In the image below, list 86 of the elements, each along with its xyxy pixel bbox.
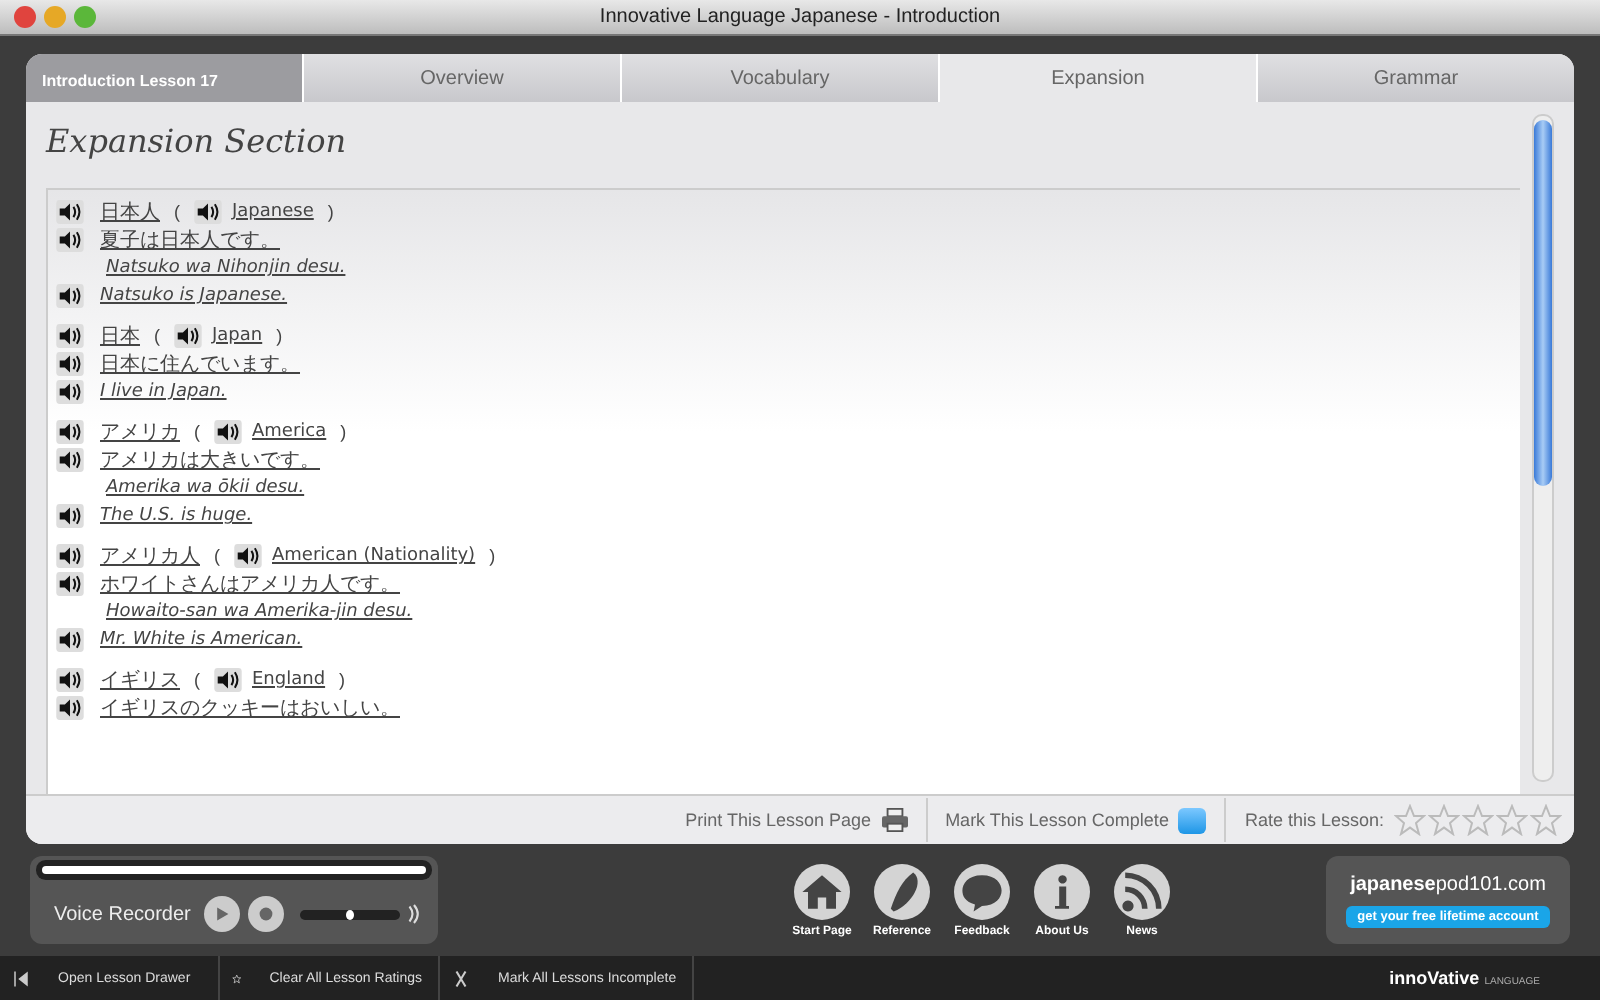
lesson-label: Introduction Lesson 17: [26, 54, 302, 102]
speaker-icon[interactable]: [56, 572, 84, 596]
home-icon: [794, 863, 850, 919]
sentence-link[interactable]: 日本に住んでいます。: [100, 350, 300, 378]
speaker-icon[interactable]: [56, 420, 84, 444]
paren: ): [340, 422, 347, 442]
sentence-link[interactable]: ホワイトさんはアメリカ人です。: [100, 570, 400, 598]
print-link[interactable]: Print This Lesson Page: [685, 810, 872, 830]
complete-toggle[interactable]: [1178, 807, 1207, 833]
site-name[interactable]: japanesepod101.com: [1350, 873, 1546, 895]
star-rating[interactable]: [1394, 804, 1562, 836]
translation-link[interactable]: Japan: [212, 326, 263, 346]
word-link[interactable]: アメリカ人: [100, 542, 200, 570]
rss-icon: [1114, 863, 1170, 919]
word-link[interactable]: 日本人: [100, 198, 160, 226]
star-icon[interactable]: [1496, 804, 1528, 836]
sentence-link[interactable]: アメリカは大きいです。: [100, 446, 320, 474]
translation-sentence-link[interactable]: I live in Japan.: [100, 382, 227, 402]
paren: ): [339, 670, 346, 690]
tab[interactable]: Grammar: [1256, 54, 1574, 102]
close-button[interactable]: [14, 6, 36, 28]
record-button[interactable]: [248, 896, 285, 932]
feather-icon: [874, 863, 930, 919]
speaker-icon[interactable]: [56, 448, 84, 472]
translation-sentence-link[interactable]: Mr. White is American.: [100, 630, 303, 650]
star-icon[interactable]: [1394, 804, 1426, 836]
romaji-link[interactable]: Natsuko wa Nihonjin desu.: [106, 258, 346, 278]
translation-sentence-link[interactable]: Natsuko is Japanese.: [100, 286, 288, 306]
play-icon[interactable]: [214, 906, 231, 922]
translation-link[interactable]: America: [252, 422, 327, 442]
translation-sentence-link[interactable]: The U.S. is huge.: [100, 506, 253, 526]
bubble-icon: [954, 863, 1010, 919]
volume-slider[interactable]: [300, 909, 401, 919]
speaker-icon[interactable]: [214, 668, 242, 692]
sentence-link[interactable]: 夏子は日本人です。: [100, 226, 280, 254]
translation-link[interactable]: England: [252, 670, 326, 690]
paren: ): [327, 202, 334, 222]
translation-link[interactable]: Japanese: [232, 202, 314, 222]
speaker-icon[interactable]: [214, 420, 242, 444]
paren: (: [154, 326, 160, 346]
star-icon[interactable]: [1462, 804, 1494, 836]
word-link[interactable]: 日本: [100, 322, 140, 350]
drawer-icon: [12, 969, 30, 987]
romaji-link[interactable]: Amerika wa ōkii desu.: [106, 478, 305, 498]
speaker-icon[interactable]: [56, 352, 84, 376]
section-title: Expansion Section: [46, 122, 347, 160]
paren: (: [214, 546, 220, 566]
speaker-icon[interactable]: [56, 668, 84, 692]
complete-label: Mark This Lesson Complete: [945, 810, 1169, 830]
star-icon[interactable]: [1530, 804, 1562, 836]
record-icon[interactable]: [258, 906, 275, 922]
speaker-icon[interactable]: [234, 544, 262, 568]
tab[interactable]: Overview: [302, 54, 620, 102]
speaker-icon[interactable]: [56, 628, 84, 652]
paren: ): [489, 546, 496, 566]
volume-icon: [408, 902, 421, 926]
romaji-link[interactable]: Howaito-san wa Amerika-jin desu.: [106, 602, 413, 622]
speaker-icon[interactable]: [56, 544, 84, 568]
word-link[interactable]: イギリス: [100, 666, 180, 694]
speaker-icon[interactable]: [174, 324, 202, 348]
speaker-icon[interactable]: [56, 200, 84, 224]
star-icon[interactable]: [1428, 804, 1460, 836]
speaker-icon[interactable]: [56, 284, 84, 308]
speaker-icon[interactable]: [56, 380, 84, 404]
speaker-icon[interactable]: [56, 696, 84, 720]
speaker-icon[interactable]: [56, 228, 84, 252]
tab[interactable]: Vocabulary: [620, 54, 938, 102]
printer-icon[interactable]: [881, 808, 908, 832]
recorder-label: Voice Recorder: [54, 903, 191, 925]
speaker-icon[interactable]: [56, 504, 84, 528]
cross-icon: [452, 969, 470, 987]
paren: (: [194, 670, 200, 690]
info-icon: [1034, 863, 1090, 919]
window-title: Innovative Language Japanese - Introduction: [599, 6, 1001, 28]
scrollbar[interactable]: [1532, 114, 1554, 782]
sentence-link[interactable]: イギリスのクッキーはおいしい。: [100, 694, 400, 722]
play-button[interactable]: [204, 896, 241, 932]
paren: ): [276, 326, 283, 346]
paren: (: [194, 422, 200, 442]
word-link[interactable]: アメリカ: [100, 418, 180, 446]
translation-link[interactable]: American (Nationality): [272, 546, 476, 566]
speaker-icon[interactable]: [194, 200, 222, 224]
speaker-icon[interactable]: [56, 324, 84, 348]
rate-label: Rate this Lesson:: [1244, 810, 1384, 830]
star-icon: [232, 969, 242, 987]
paren: (: [174, 202, 180, 222]
